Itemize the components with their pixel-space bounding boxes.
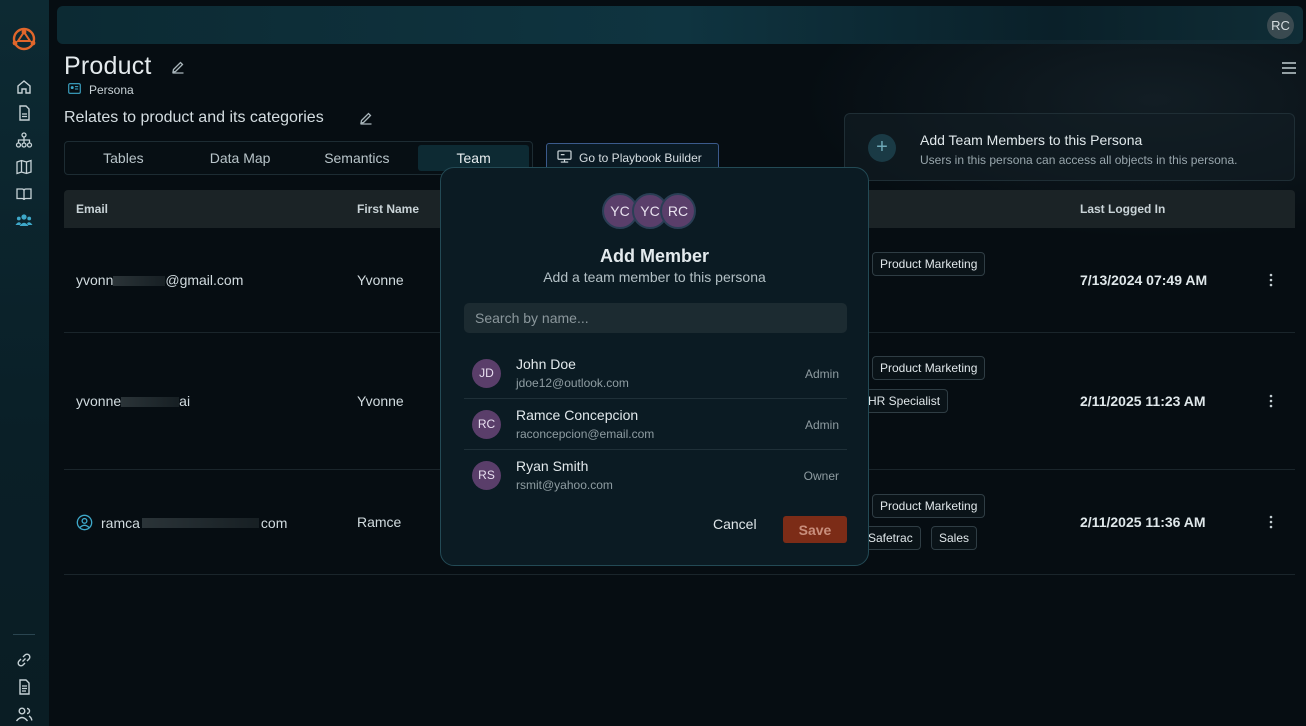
email-cell: yvonn @gmail.com	[76, 272, 244, 288]
playbook-button-label: Go to Playbook Builder	[579, 150, 702, 165]
member-role: Admin	[804, 367, 839, 381]
member-search-input[interactable]	[464, 303, 847, 333]
row-actions-icon[interactable]	[1269, 515, 1273, 529]
column-header-first-name[interactable]: First Name	[357, 202, 419, 216]
persona-description: Relates to product and its categories	[64, 109, 324, 126]
persona-icon	[68, 83, 81, 97]
file-icon[interactable]	[15, 678, 33, 696]
email-cell: ramca com	[76, 514, 287, 531]
member-email: jdoe12@outlook.com	[516, 376, 629, 390]
redacted-text	[113, 276, 166, 287]
member-avatar: JD	[472, 359, 501, 388]
last-logged-in-cell: 2/11/2025 11:36 AM	[1080, 514, 1206, 530]
sidebar	[0, 0, 49, 726]
add-member-modal: YC YC RC Add Member Add a team member to…	[440, 167, 869, 566]
email-cell: yvonne ai	[76, 393, 191, 409]
user-avatar[interactable]: RC	[1267, 12, 1294, 39]
user-circle-icon	[76, 514, 93, 531]
last-logged-in-cell: 2/11/2025 11:23 AM	[1080, 393, 1206, 409]
add-team-members-card[interactable]: + Add Team Members to this Persona Users…	[844, 113, 1295, 181]
first-name-cell: Yvonne	[357, 393, 404, 409]
member-option[interactable]: RS Ryan Smith rsmit@yahoo.com Owner	[464, 450, 847, 501]
modal-title: Add Member	[599, 246, 709, 266]
users-icon[interactable]	[15, 705, 33, 723]
member-name: John Doe	[516, 356, 576, 372]
member-role: Admin	[804, 418, 839, 432]
tab-data-map[interactable]: Data Map	[185, 145, 296, 171]
member-name: Ramce Concepcion	[516, 407, 639, 423]
team-card-title: Add Team Members to this Persona	[920, 132, 1143, 148]
hierarchy-icon[interactable]	[15, 131, 33, 149]
tag-chip: Sales	[931, 526, 978, 550]
persona-type: Persona	[68, 83, 134, 97]
team-card-subtitle: Users in this persona can access all obj…	[920, 153, 1238, 167]
modal-subtitle: Add a team member to this persona	[543, 269, 766, 285]
persona-label: Persona	[89, 83, 134, 97]
tag-chip: Safetrac	[860, 526, 921, 550]
link-icon[interactable]	[15, 651, 33, 669]
last-logged-in-cell: 7/13/2024 07:49 AM	[1080, 272, 1208, 288]
first-name-cell: Ramce	[357, 514, 402, 530]
cancel-button[interactable]: Cancel	[713, 516, 757, 532]
row-actions-icon[interactable]	[1269, 273, 1273, 287]
tag-chip: Product Marketing	[872, 356, 986, 380]
redacted-text	[141, 517, 259, 528]
tab-semantics[interactable]: Semantics	[302, 145, 413, 171]
top-bar: RC	[57, 6, 1303, 44]
first-name-cell: Yvonne	[357, 272, 404, 288]
save-button[interactable]: Save	[783, 516, 847, 543]
member-option[interactable]: JD John Doe jdoe12@outlook.com Admin	[464, 348, 847, 399]
member-name: Ryan Smith	[516, 458, 589, 474]
member-option[interactable]: RC Ramce Concepcion raconcepcion@email.c…	[464, 399, 847, 450]
team-icon[interactable]	[15, 211, 33, 229]
tab-tables[interactable]: Tables	[68, 145, 179, 171]
book-icon[interactable]	[15, 185, 33, 203]
tag-chip: HR Specialist	[860, 389, 949, 413]
member-role: Owner	[803, 469, 839, 483]
edit-title-icon[interactable]	[171, 60, 185, 74]
column-header-email[interactable]: Email	[76, 202, 108, 216]
tag-chip: Product Marketing	[872, 494, 986, 518]
member-email: raconcepcion@email.com	[516, 427, 655, 441]
redacted-text	[121, 397, 180, 408]
home-icon[interactable]	[15, 78, 33, 96]
page-title: Product	[64, 52, 152, 80]
edit-description-icon[interactable]	[359, 111, 373, 125]
document-icon[interactable]	[15, 104, 33, 122]
map-icon[interactable]	[15, 158, 33, 176]
add-icon[interactable]: +	[868, 134, 896, 162]
row-actions-icon[interactable]	[1269, 394, 1273, 408]
hamburger-menu-icon[interactable]	[1280, 60, 1298, 76]
member-avatar: RC	[660, 193, 696, 229]
member-avatar: RC	[472, 410, 501, 439]
app-logo-icon[interactable]	[10, 26, 38, 52]
member-avatar: RS	[472, 461, 501, 490]
column-header-last-logged-in[interactable]: Last Logged In	[1080, 202, 1165, 216]
tag-chip: Product Marketing	[872, 252, 986, 276]
sidebar-divider	[13, 634, 35, 635]
member-email: rsmit@yahoo.com	[516, 478, 613, 492]
playbook-icon	[557, 149, 572, 166]
